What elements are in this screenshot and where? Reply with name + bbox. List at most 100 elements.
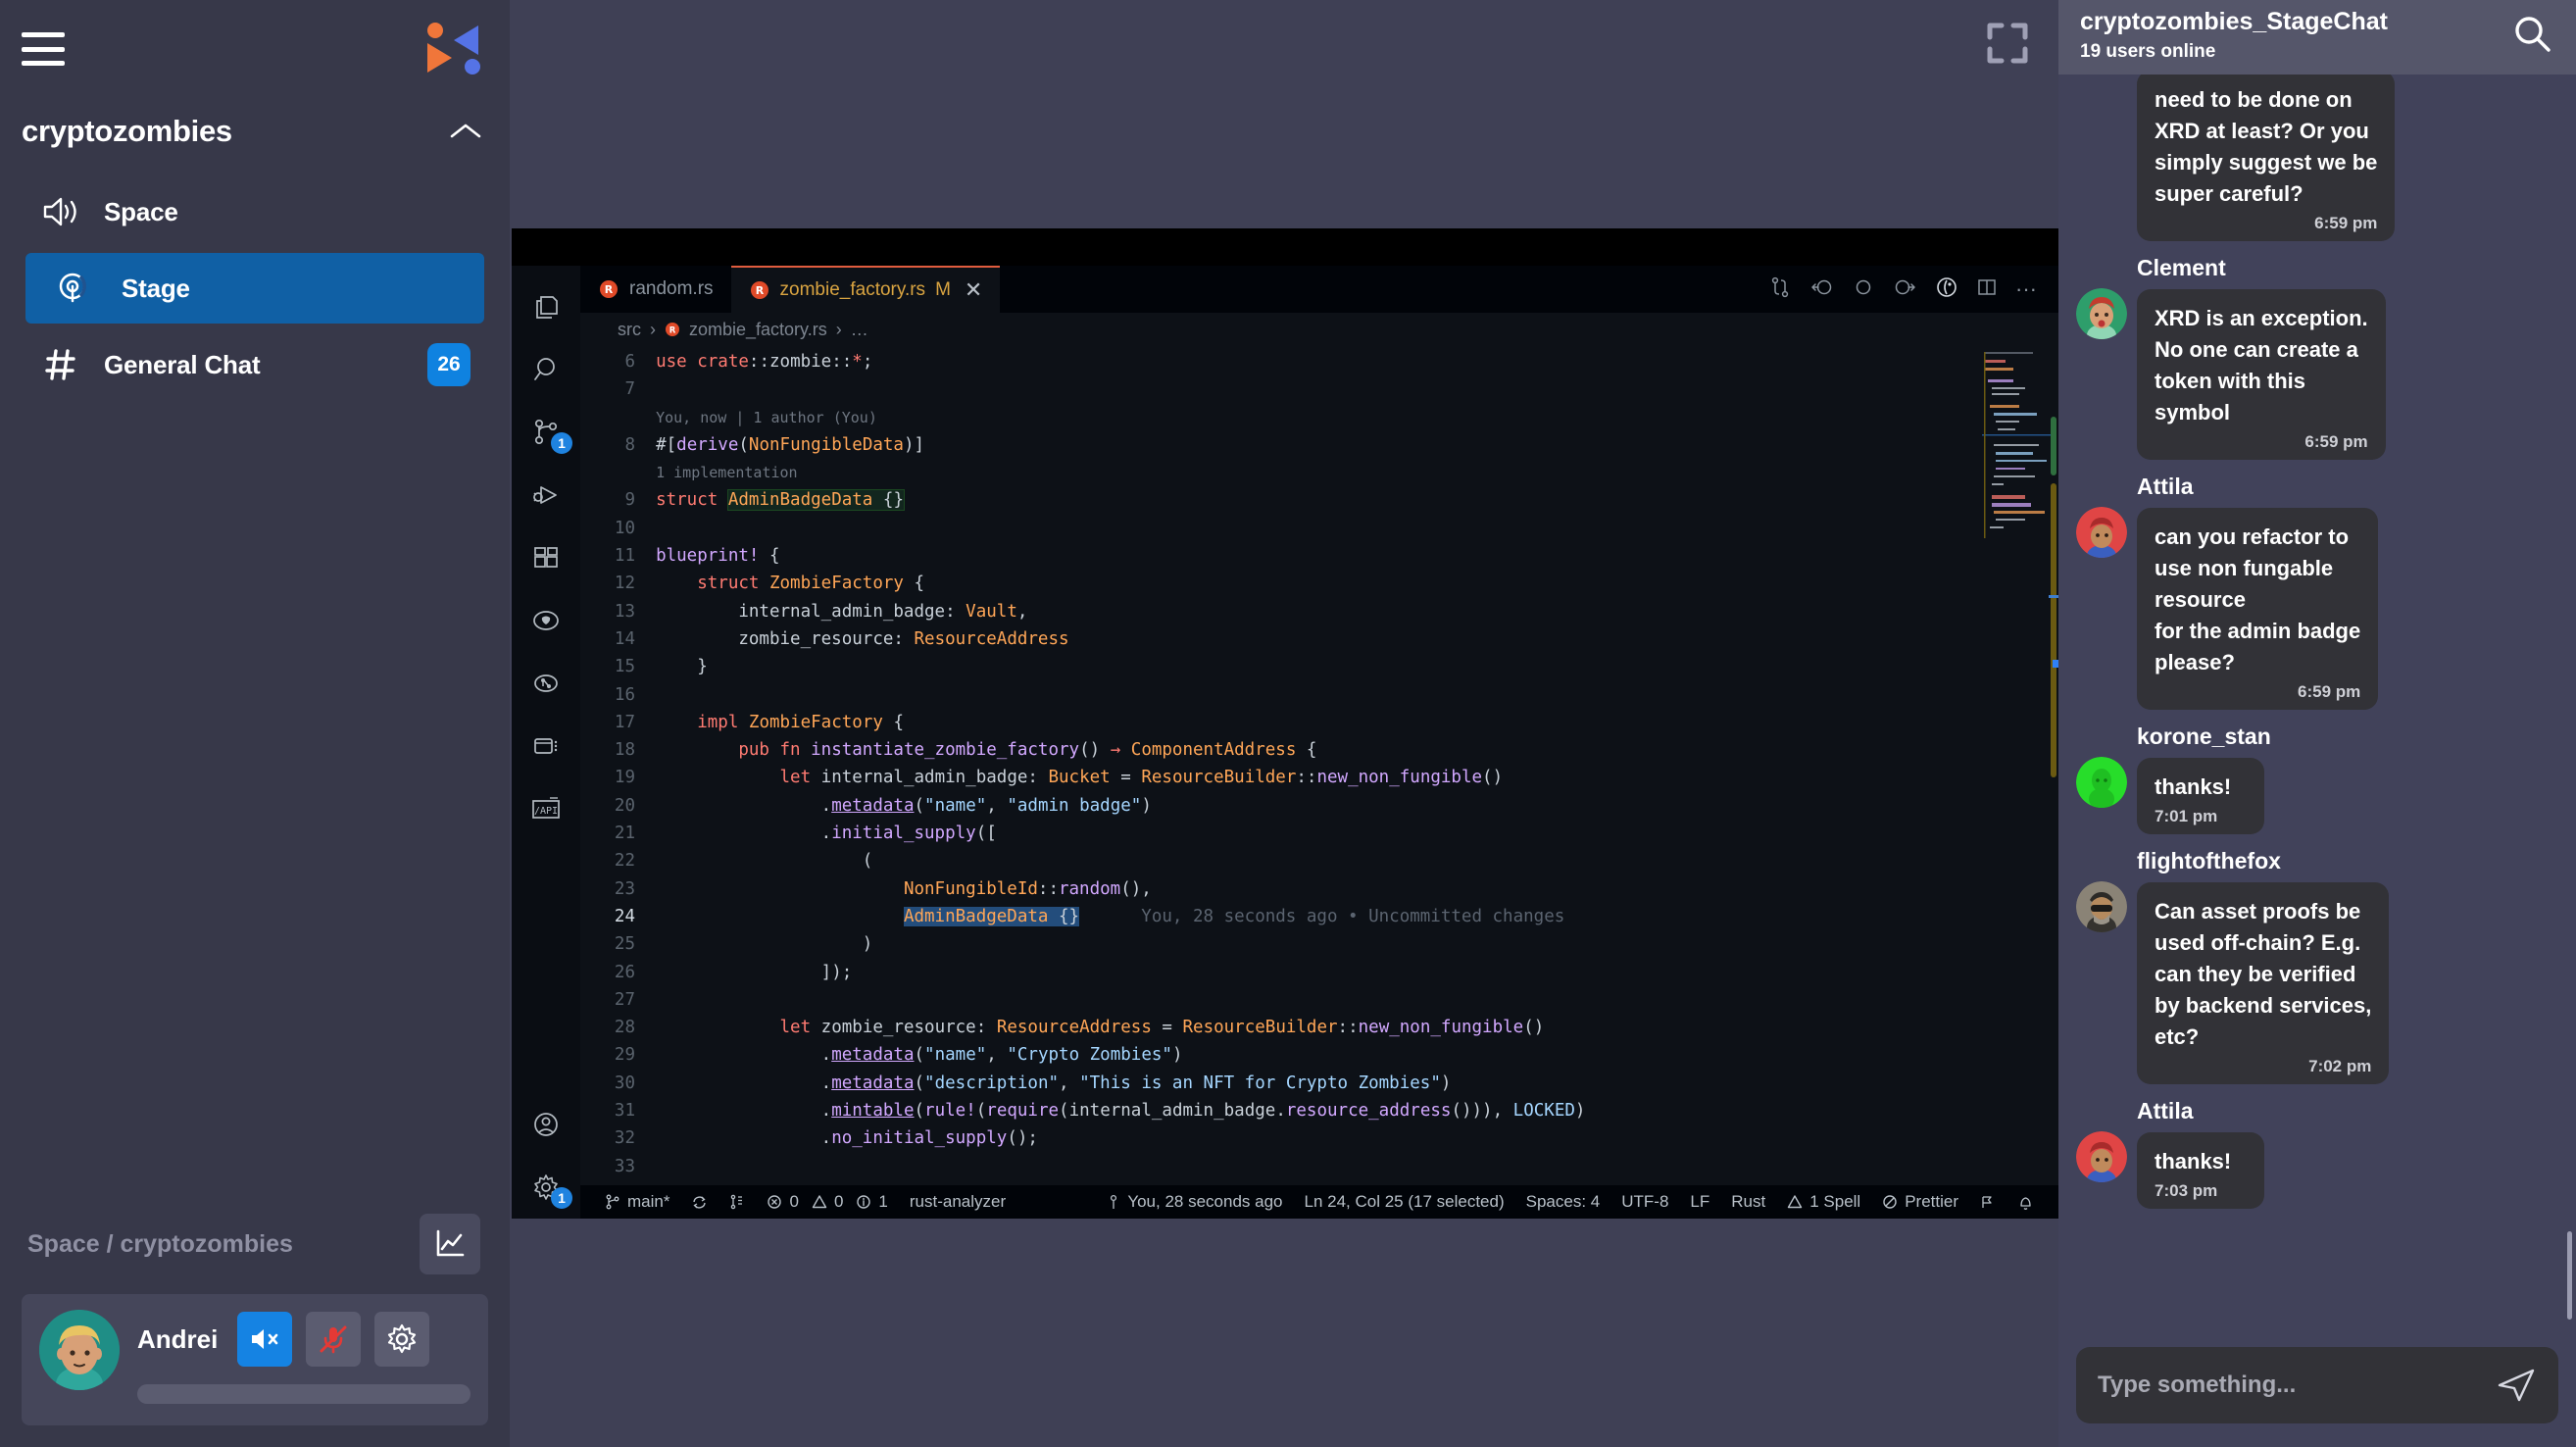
sidebar-item-general-chat[interactable]: General Chat 26 bbox=[25, 329, 484, 400]
avatar[interactable] bbox=[2076, 288, 2127, 339]
bell-icon[interactable] bbox=[2006, 1194, 2045, 1211]
search-icon[interactable] bbox=[2509, 12, 2554, 57]
svg-text:R: R bbox=[669, 325, 676, 335]
sync-icon[interactable] bbox=[680, 1194, 718, 1211]
chat-message-time: 6:59 pm bbox=[2298, 682, 2361, 701]
vscode-titlebar bbox=[512, 228, 2058, 266]
svg-text:/API: /API bbox=[534, 806, 558, 817]
avatar[interactable] bbox=[2076, 757, 2127, 808]
chat-message: Clement XRD is an exception. No one can … bbox=[2076, 255, 2558, 460]
volume-slider[interactable] bbox=[137, 1384, 471, 1404]
status-eol[interactable]: LF bbox=[1679, 1192, 1720, 1212]
status-warnings-count: 0 bbox=[833, 1192, 844, 1211]
previous-change-icon[interactable] bbox=[1809, 276, 1835, 303]
more-actions-icon[interactable]: ··· bbox=[2015, 278, 2037, 300]
hamburger-icon[interactable] bbox=[22, 32, 65, 66]
tab-zombie-factory-rs[interactable]: R zombie_factory.rs M ✕ bbox=[730, 266, 1001, 313]
avatar[interactable] bbox=[2076, 1131, 2127, 1182]
left-sidebar: cryptozombies Space Stage General Chat 2… bbox=[0, 0, 510, 1447]
chevron-up-icon[interactable] bbox=[449, 122, 482, 141]
chat-message-text: Can asset proofs be used off-chain? E.g.… bbox=[2155, 899, 2372, 1049]
close-icon[interactable]: ✕ bbox=[965, 279, 982, 301]
split-editor-icon[interactable] bbox=[1976, 276, 1998, 303]
files-explorer-icon[interactable] bbox=[512, 275, 580, 338]
git-graph-icon[interactable] bbox=[512, 652, 580, 715]
chat-title: cryptozombies_StageChat bbox=[2080, 8, 2388, 35]
chat-message-body: need to be done on XRD at least? Or you … bbox=[2137, 75, 2558, 241]
account-icon[interactable] bbox=[512, 1093, 580, 1156]
hash-icon bbox=[39, 348, 82, 381]
code-editor[interactable]: 6 use crate::zombie::*; 7 You, now | 1 a… bbox=[580, 346, 2058, 1185]
next-change-icon[interactable] bbox=[1892, 276, 1917, 303]
status-indentation-label: Spaces: 4 bbox=[1525, 1192, 1601, 1211]
gear-icon[interactable] bbox=[374, 1312, 430, 1367]
manage-settings-icon[interactable]: 1 bbox=[512, 1156, 580, 1219]
breadcrumb-separator: › bbox=[650, 319, 656, 339]
chat-message-list[interactable]: need to be done on XRD at least? Or you … bbox=[2058, 75, 2576, 1329]
unread-badge: 26 bbox=[427, 343, 471, 386]
breadcrumb-segment-file[interactable]: zombie_factory.rs bbox=[689, 320, 827, 340]
api-icon[interactable]: /API bbox=[512, 777, 580, 840]
chat-message-body: Clement XRD is an exception. No one can … bbox=[2137, 255, 2558, 460]
toggle-diff-icon[interactable] bbox=[1935, 275, 1958, 304]
chat-message-author: flightofthefox bbox=[2137, 848, 2281, 873]
chat-message-time: 7:01 pm bbox=[2155, 807, 2218, 825]
status-language-server[interactable]: rust-analyzer bbox=[899, 1192, 1016, 1212]
status-encoding[interactable]: UTF-8 bbox=[1610, 1192, 1679, 1212]
status-errors-count: 0 bbox=[789, 1192, 799, 1211]
status-encoding-label: UTF-8 bbox=[1621, 1192, 1669, 1211]
chart-line-icon[interactable] bbox=[420, 1214, 480, 1274]
split-changes-icon[interactable] bbox=[1768, 275, 1792, 304]
speaker-muted-icon[interactable] bbox=[237, 1312, 293, 1367]
extensions-icon[interactable] bbox=[512, 526, 580, 589]
send-paper-plane-icon[interactable] bbox=[2496, 1365, 2537, 1406]
chat-message-time: 7:02 pm bbox=[2308, 1057, 2372, 1075]
user-name: Andrei bbox=[137, 1323, 219, 1354]
chat-input-placeholder[interactable]: Type something... bbox=[2098, 1372, 2496, 1399]
search-icon[interactable] bbox=[512, 338, 580, 401]
status-branch[interactable]: main* bbox=[594, 1192, 680, 1212]
microphone-muted-icon[interactable] bbox=[306, 1312, 362, 1367]
status-spell[interactable]: 1 Spell bbox=[1776, 1192, 1871, 1212]
remote-indicator-icon[interactable] bbox=[1969, 1194, 2006, 1211]
fullscreen-expand-icon[interactable] bbox=[1986, 22, 2029, 65]
sidebar-item-stage[interactable]: Stage bbox=[25, 253, 484, 324]
source-control-icon[interactable]: 1 bbox=[512, 401, 580, 464]
status-cursor-position[interactable]: Ln 24, Col 25 (17 selected) bbox=[1294, 1192, 1515, 1212]
sidebar-item-space[interactable]: Space bbox=[25, 176, 484, 247]
breadcrumb-segment-src[interactable]: src bbox=[618, 320, 641, 340]
tab-label: zombie_factory.rs bbox=[779, 279, 926, 300]
avatar[interactable] bbox=[2076, 507, 2127, 558]
chat-users-online: 19 users online bbox=[2080, 41, 2216, 62]
editor-minimap[interactable] bbox=[1978, 346, 2058, 1185]
screenshare-vscode: 1 /API 1 R random.rs R zombie_factory.rs… bbox=[512, 228, 2058, 1219]
svg-text:R: R bbox=[605, 283, 614, 296]
chat-message-author: Attila bbox=[2137, 474, 2194, 499]
avatar[interactable] bbox=[39, 1310, 120, 1390]
remote-explorer-icon[interactable] bbox=[512, 715, 580, 777]
chat-message-time: 6:59 pm bbox=[2314, 214, 2378, 232]
revert-change-icon[interactable] bbox=[1853, 276, 1874, 303]
code-scroll[interactable]: 6 use crate::zombie::*; 7 You, now | 1 a… bbox=[580, 346, 1978, 1185]
status-git-blame[interactable]: You, 28 seconds ago bbox=[1096, 1192, 1293, 1212]
run-and-debug-icon[interactable] bbox=[512, 464, 580, 526]
space-header[interactable]: cryptozombies bbox=[0, 98, 510, 155]
status-prettier[interactable]: Prettier bbox=[1871, 1192, 1969, 1212]
tab-random-rs[interactable]: R random.rs bbox=[580, 266, 731, 313]
editor-tabbar: R random.rs R zombie_factory.rs M ✕ ··· bbox=[580, 266, 2058, 313]
github-icon[interactable] bbox=[512, 589, 580, 652]
code-content[interactable]: 6 use crate::zombie::*; 7 You, now | 1 a… bbox=[580, 346, 1586, 1185]
status-indentation[interactable]: Spaces: 4 bbox=[1515, 1192, 1611, 1212]
chat-scrollbar[interactable] bbox=[2567, 1231, 2572, 1320]
chat-panel: cryptozombies_StageChat 19 users online … bbox=[2058, 0, 2576, 1447]
status-errors[interactable]: 0 0 1 bbox=[756, 1192, 898, 1212]
sidebar-nav: Space Stage General Chat 26 bbox=[0, 155, 510, 406]
status-language-mode[interactable]: Rust bbox=[1720, 1192, 1776, 1212]
rust-file-icon: R bbox=[665, 320, 680, 340]
avatar[interactable] bbox=[2076, 881, 2127, 932]
chat-bubble: thanks! 7:01 pm bbox=[2137, 758, 2264, 834]
breadcrumb-segment-more[interactable]: … bbox=[851, 320, 868, 340]
status-infos-count: 1 bbox=[878, 1192, 888, 1211]
git-stash-icon[interactable] bbox=[718, 1194, 756, 1210]
chat-input-box[interactable]: Type something... bbox=[2076, 1347, 2558, 1423]
